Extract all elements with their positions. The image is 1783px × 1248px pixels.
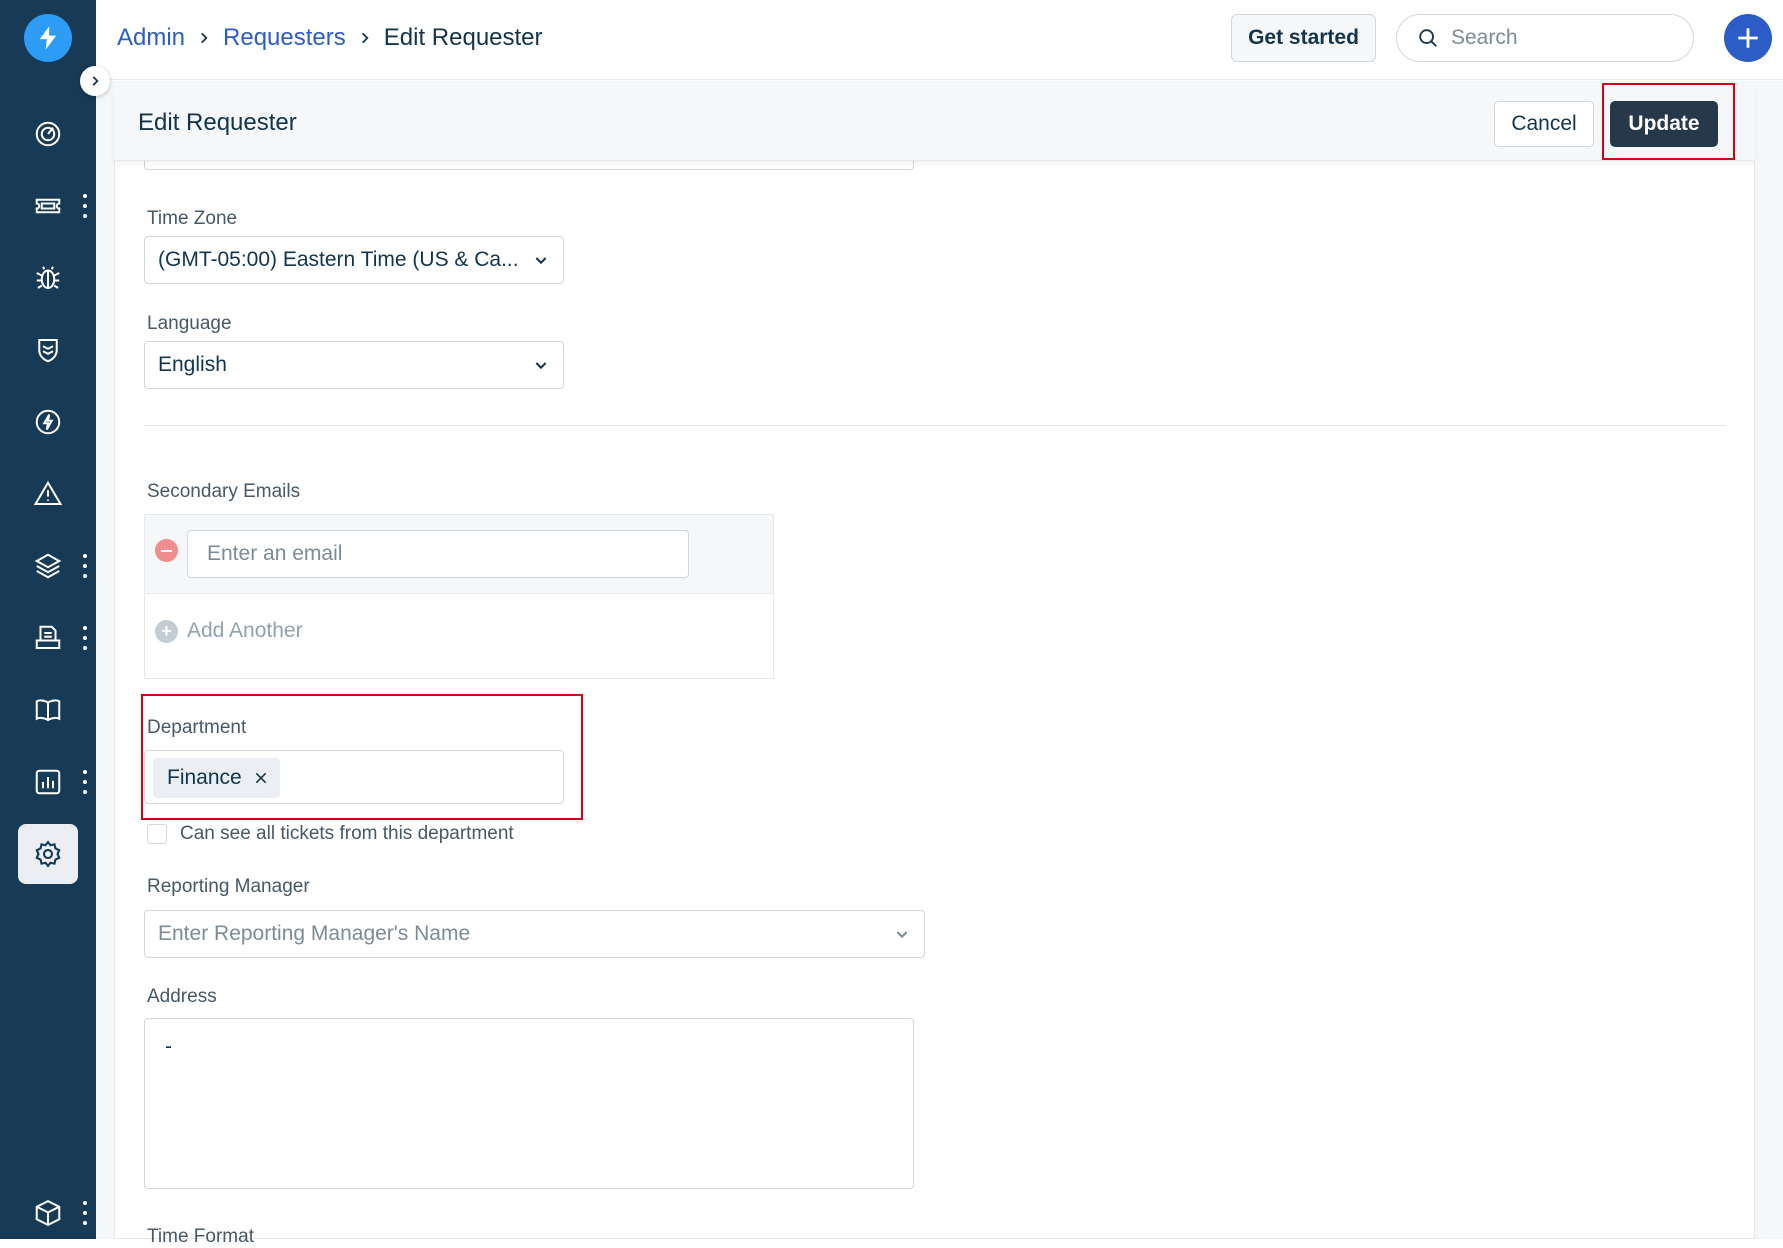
tickets-more-icon[interactable] xyxy=(82,194,88,218)
add-icon: + xyxy=(155,619,178,643)
secondary-emails-box: Enter an email + Add Another xyxy=(144,514,774,679)
see-all-tickets-checkbox[interactable] xyxy=(147,824,167,844)
assets-icon[interactable] xyxy=(18,536,78,596)
changes-icon[interactable] xyxy=(18,320,78,380)
language-value: English xyxy=(158,353,227,376)
problems-icon[interactable] xyxy=(18,248,78,308)
freshservice-logo-icon[interactable] xyxy=(24,14,72,62)
assets-more-icon[interactable] xyxy=(82,554,88,578)
inventory-more-icon[interactable] xyxy=(82,626,88,650)
language-select[interactable]: English xyxy=(144,341,564,389)
time-zone-select[interactable]: (GMT-05:00) Eastern Time (US & Ca... xyxy=(144,236,564,284)
apps-cube-icon[interactable] xyxy=(18,1183,78,1243)
tickets-icon[interactable] xyxy=(18,176,78,236)
form-title: Edit Requester xyxy=(138,109,297,136)
breadcrumb: Admin Requesters Edit Requester xyxy=(117,24,543,52)
dashboard-icon[interactable] xyxy=(18,104,78,164)
form-header: Edit Requester Cancel Update xyxy=(114,87,1755,161)
email-placeholder: Enter an email xyxy=(207,542,343,565)
address-label: Address xyxy=(147,986,217,1007)
expand-sidebar-button[interactable] xyxy=(80,66,110,96)
solutions-icon[interactable] xyxy=(18,680,78,740)
breadcrumb-admin-link[interactable]: Admin xyxy=(117,24,185,52)
releases-icon[interactable] xyxy=(18,392,78,452)
add-another-label: Add Another xyxy=(187,619,303,642)
cancel-button[interactable]: Cancel xyxy=(1494,101,1594,147)
reporting-manager-label: Reporting Manager xyxy=(147,876,310,897)
breadcrumb-requesters-link[interactable]: Requesters xyxy=(223,24,346,52)
address-textarea[interactable]: - xyxy=(144,1018,914,1189)
alerts-icon[interactable] xyxy=(18,464,78,524)
search-icon xyxy=(1417,27,1439,49)
chevron-down-icon xyxy=(894,926,910,942)
update-highlight-box xyxy=(1602,83,1735,160)
apps-more-icon[interactable] xyxy=(82,1201,88,1225)
breadcrumb-current: Edit Requester xyxy=(383,24,543,51)
reports-icon[interactable] xyxy=(18,752,78,812)
secondary-email-row: Enter an email xyxy=(145,515,773,594)
secondary-email-input[interactable]: Enter an email xyxy=(187,530,689,578)
time-zone-label: Time Zone xyxy=(147,208,238,229)
section-divider xyxy=(144,425,1726,426)
reports-more-icon[interactable] xyxy=(82,770,88,794)
language-label: Language xyxy=(147,313,232,334)
reporting-manager-select[interactable]: Enter Reporting Manager's Name xyxy=(144,910,925,958)
secondary-emails-label: Secondary Emails xyxy=(147,481,301,502)
search-placeholder: Search xyxy=(1451,26,1518,49)
search-input[interactable]: Search xyxy=(1396,14,1694,62)
chevron-right-icon xyxy=(197,31,211,45)
reporting-manager-placeholder: Enter Reporting Manager's Name xyxy=(158,922,471,945)
top-bar: Admin Requesters Edit Requester Get star… xyxy=(96,0,1783,80)
time-zone-value: (GMT-05:00) Eastern Time (US & Ca... xyxy=(158,248,519,271)
chevron-down-icon xyxy=(533,357,549,373)
add-another-email-button[interactable]: + Add Another xyxy=(155,619,303,643)
inventory-icon[interactable] xyxy=(18,608,78,668)
address-value: - xyxy=(165,1035,172,1058)
chevron-down-icon xyxy=(533,252,549,268)
department-highlight-box xyxy=(141,694,583,820)
chevron-right-icon xyxy=(358,31,372,45)
admin-gear-icon[interactable] xyxy=(18,824,78,884)
see-all-tickets-label: Can see all tickets from this department xyxy=(180,823,514,844)
new-item-plus-button[interactable] xyxy=(1724,14,1772,62)
remove-email-icon[interactable] xyxy=(155,539,178,562)
get-started-button[interactable]: Get started xyxy=(1231,14,1376,62)
sidebar xyxy=(0,0,96,1239)
time-format-label: Time Format xyxy=(147,1226,254,1247)
